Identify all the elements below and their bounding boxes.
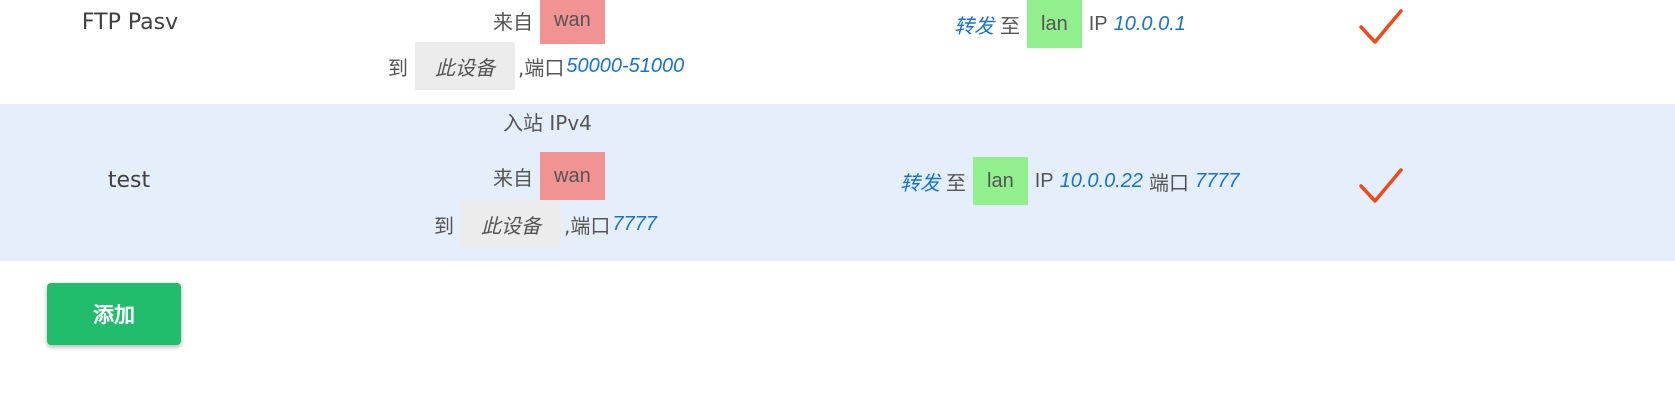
- rule-direction: 入站 IPv4: [503, 110, 592, 135]
- zone-badge-wan: wan: [540, 152, 605, 200]
- zone-badge-lan: lan: [973, 157, 1028, 205]
- port-label: ,端口: [518, 55, 565, 80]
- action-value: 转发: [954, 15, 994, 38]
- add-button[interactable]: 添加: [47, 283, 181, 345]
- action-to-label: 至: [946, 170, 966, 195]
- port-label: ,端口: [564, 213, 611, 238]
- ip-value: 10.0.0.22: [1059, 169, 1144, 192]
- from-label: 来自: [493, 9, 533, 34]
- rule-action: 转发 至 lan IP 10.0.0.1: [952, 0, 1188, 48]
- ip-label: IP: [1088, 12, 1108, 35]
- check-icon[interactable]: [1358, 166, 1404, 206]
- device-badge: 此设备: [461, 200, 561, 248]
- rule-destination: 到 此设备 ,端口 50000-51000: [384, 42, 686, 90]
- action-to-label: 至: [1000, 13, 1020, 38]
- from-label: 来自: [493, 165, 533, 190]
- zone-badge-lan: lan: [1027, 0, 1082, 48]
- rule-destination: 到 此设备 ,端口 7777: [430, 200, 659, 248]
- to-label: 到: [388, 55, 408, 80]
- rule-action: 转发 至 lan IP 10.0.0.22 端口 7777: [898, 157, 1242, 205]
- rule-name: test: [107, 168, 151, 193]
- table-row: FTP Pasv 来自 wan 到 此设备 ,端口 50000-51000 转发…: [0, 0, 1675, 104]
- to-label: 到: [434, 213, 454, 238]
- ip-value: 10.0.0.1: [1113, 12, 1186, 35]
- device-badge: 此设备: [415, 42, 515, 90]
- zone-badge-wan: wan: [540, 0, 605, 44]
- dest-port-label: 端口: [1149, 170, 1190, 195]
- rule-source: 来自 wan: [489, 152, 608, 200]
- port-value: 50000-51000: [566, 54, 685, 77]
- dest-port-value: 7777: [1195, 169, 1240, 192]
- rule-name: FTP Pasv: [81, 10, 179, 35]
- check-icon[interactable]: [1358, 7, 1404, 47]
- table-row: test 入站 IPv4 来自 wan 到 此设备 ,端口 7777 转发 至 …: [0, 104, 1675, 261]
- action-value: 转发: [900, 172, 940, 195]
- ip-label: IP: [1034, 169, 1054, 192]
- rule-source: 来自 wan: [489, 0, 608, 44]
- port-value: 7777: [612, 212, 657, 235]
